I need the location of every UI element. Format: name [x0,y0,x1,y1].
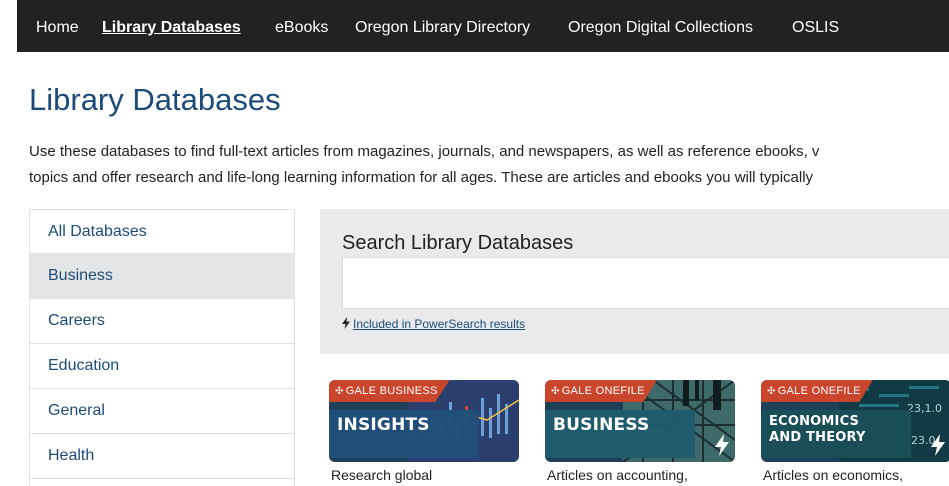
page-title: Library Databases [29,82,281,117]
brand-label: GALE ONEFILE [561,385,645,397]
brand-label: GALE ONEFILE [777,385,861,397]
nav-oregon-library-directory[interactable]: Oregon Library Directory [355,18,530,38]
bolt-icon [715,434,729,456]
intro-text: Use these databases to find full-text ar… [29,139,949,191]
database-description: Research global [331,467,433,483]
database-card[interactable]: 23,1.0 23.0 ✣ GALE ONEFILE ECONOMICS AND … [761,380,949,486]
brand-tag: ✣ GALE ONEFILE [545,380,657,402]
powersearch-note: Included in PowerSearch results [342,317,525,331]
bolt-icon [342,317,350,329]
database-cover[interactable]: ✣ GALE BUSINESS INSIGHTS [329,380,519,462]
database-name: BUSINESS [553,415,650,435]
nav-oregon-digital-collections[interactable]: Oregon Digital Collections [568,18,753,38]
database-card[interactable]: ✣ GALE BUSINESS INSIGHTS Research global [329,380,519,486]
database-description: Articles on accounting, [547,467,688,483]
brand-tag: ✣ GALE ONEFILE [761,380,873,402]
bolt-icon [931,434,945,456]
subject-item-careers[interactable]: Careers [30,299,294,344]
top-navigation: Home Library Databases eBooks Oregon Lib… [17,0,949,52]
subject-item-education[interactable]: Education [30,344,294,389]
search-heading: Search Library Databases [342,232,574,254]
intro-line-1: Use these databases to find full-text ar… [29,143,820,160]
database-cover[interactable]: 23,1.0 23.0 ✣ GALE ONEFILE ECONOMICS AND … [761,380,949,462]
powersearch-link[interactable]: Included in PowerSearch results [353,317,525,331]
svg-text:23,1.0: 23,1.0 [907,402,942,415]
nav-library-databases[interactable]: Library Databases [102,18,241,38]
database-name: INSIGHTS [337,415,430,435]
search-input[interactable] [342,257,949,309]
nav-ebooks[interactable]: eBooks [275,18,328,38]
subject-item-health[interactable]: Health [30,434,294,479]
brand-label: GALE BUSINESS [345,385,438,397]
subject-filter-list: All Databases Business Careers Education… [29,209,295,486]
nav-oslis[interactable]: OSLIS [792,18,839,38]
subject-item-all-databases[interactable]: All Databases [30,209,294,254]
database-card[interactable]: ✣ GALE ONEFILE BUSINESS Articles on accou… [545,380,735,486]
database-name: ECONOMICS AND THEORY [769,414,866,445]
database-cover[interactable]: ✣ GALE ONEFILE BUSINESS [545,380,735,462]
brand-tag: ✣ GALE BUSINESS [329,380,450,402]
intro-line-2: topics and offer research and life-long … [29,169,814,186]
database-description: Articles on economics, [763,467,904,483]
nav-home[interactable]: Home [36,18,79,38]
subject-item-general[interactable]: General [30,389,294,434]
subject-item-business[interactable]: Business [30,254,294,299]
search-panel: Search Library Databases Included in Pow… [320,209,949,354]
